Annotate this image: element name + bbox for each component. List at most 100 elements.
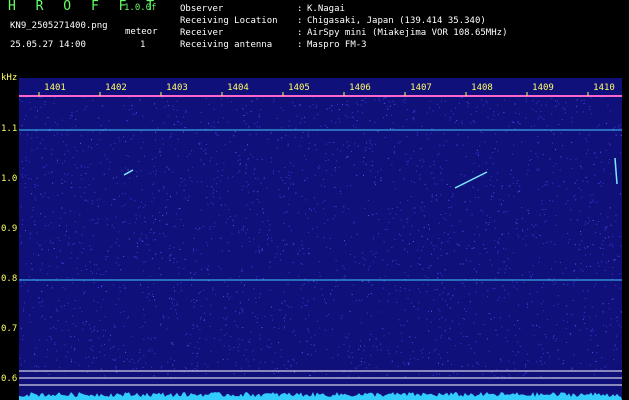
- noise-speckle: [258, 231, 260, 233]
- noise-speckle: [486, 215, 488, 217]
- noise-speckle: [396, 351, 397, 353]
- noise-speckle: [142, 367, 144, 368]
- noise-speckle: [192, 324, 194, 326]
- noise-speckle: [317, 113, 319, 115]
- noise-speckle: [139, 358, 141, 360]
- noise-speckle: [615, 284, 617, 286]
- noise-speckle: [123, 360, 125, 362]
- noise-speckle: [491, 371, 493, 373]
- noise-speckle: [258, 250, 260, 252]
- noise-speckle: [267, 138, 269, 140]
- noise-speckle: [233, 346, 235, 348]
- noise-speckle: [326, 315, 328, 317]
- noise-speckle: [389, 213, 391, 215]
- noise-speckle: [29, 314, 30, 316]
- noise-speckle: [423, 215, 425, 217]
- noise-speckle: [67, 351, 69, 353]
- noise-speckle: [429, 228, 430, 230]
- noise-speckle: [69, 210, 71, 212]
- noise-speckle: [515, 354, 517, 356]
- noise-speckle: [20, 242, 22, 244]
- noise-speckle: [620, 134, 622, 136]
- noise-speckle: [313, 280, 315, 282]
- noise-speckle: [333, 299, 335, 301]
- noise-speckle: [248, 299, 250, 301]
- noise-speckle: [619, 287, 621, 289]
- noise-speckle: [185, 184, 187, 186]
- noise-speckle: [512, 153, 514, 155]
- noise-speckle: [556, 195, 558, 197]
- noise-speckle: [509, 185, 511, 187]
- noise-speckle: [308, 331, 310, 333]
- noise-speckle: [489, 216, 491, 218]
- noise-speckle: [528, 212, 530, 214]
- noise-speckle: [326, 348, 328, 350]
- noise-speckle: [48, 172, 50, 174]
- noise-speckle: [253, 359, 255, 361]
- noise-speckle: [155, 253, 157, 255]
- noise-speckle: [460, 174, 462, 176]
- noise-speckle: [91, 349, 93, 351]
- noise-speckle: [459, 263, 461, 265]
- noise-speckle: [189, 153, 191, 155]
- noise-speckle: [282, 196, 284, 198]
- noise-speckle: [193, 248, 194, 250]
- noise-speckle: [527, 353, 529, 355]
- noise-speckle: [81, 166, 83, 168]
- noise-speckle: [349, 254, 351, 255]
- noise-speckle: [272, 101, 274, 103]
- noise-speckle: [250, 153, 252, 155]
- noise-speckle: [199, 143, 201, 145]
- noise-speckle: [239, 164, 241, 166]
- noise-speckle: [54, 96, 56, 98]
- noise-speckle: [32, 209, 34, 211]
- noise-speckle: [519, 190, 521, 192]
- noise-speckle: [347, 146, 349, 148]
- noise-speckle: [200, 159, 201, 161]
- noise-speckle: [517, 320, 519, 321]
- noise-speckle: [505, 248, 507, 250]
- noise-speckle: [51, 149, 53, 150]
- noise-speckle: [374, 182, 376, 184]
- noise-speckle: [393, 150, 395, 152]
- noise-speckle: [446, 352, 448, 353]
- noise-speckle: [117, 348, 119, 350]
- noise-speckle: [473, 120, 475, 122]
- noise-speckle: [90, 270, 92, 272]
- noise-speckle: [258, 297, 260, 298]
- noise-speckle: [609, 144, 611, 146]
- noise-speckle: [418, 317, 420, 319]
- noise-speckle: [384, 229, 386, 231]
- noise-speckle: [492, 163, 494, 165]
- noise-speckle: [483, 244, 484, 245]
- noise-speckle: [309, 374, 311, 376]
- noise-speckle: [200, 269, 202, 271]
- noise-speckle: [567, 232, 569, 234]
- separator: :: [297, 4, 303, 14]
- noise-speckle: [409, 289, 411, 291]
- noise-speckle: [351, 352, 353, 353]
- noise-speckle: [351, 116, 353, 118]
- noise-speckle: [403, 178, 405, 180]
- noise-speckle: [104, 154, 106, 156]
- noise-speckle: [126, 358, 128, 360]
- noise-speckle: [481, 282, 483, 284]
- noise-speckle: [41, 248, 43, 250]
- noise-speckle: [298, 105, 300, 107]
- noise-speckle: [343, 343, 345, 345]
- noise-speckle: [587, 246, 589, 248]
- noise-speckle: [494, 220, 496, 222]
- noise-speckle: [422, 348, 424, 350]
- noise-speckle: [203, 289, 205, 291]
- noise-speckle: [41, 263, 43, 265]
- noise-speckle: [252, 312, 254, 314]
- noise-speckle: [323, 237, 325, 238]
- noise-speckle: [358, 365, 359, 367]
- noise-speckle: [116, 371, 118, 373]
- noise-speckle: [395, 213, 397, 215]
- noise-speckle: [487, 224, 489, 226]
- noise-speckle: [51, 153, 52, 155]
- noise-speckle: [576, 111, 578, 113]
- noise-speckle: [363, 264, 365, 266]
- noise-speckle: [20, 364, 22, 366]
